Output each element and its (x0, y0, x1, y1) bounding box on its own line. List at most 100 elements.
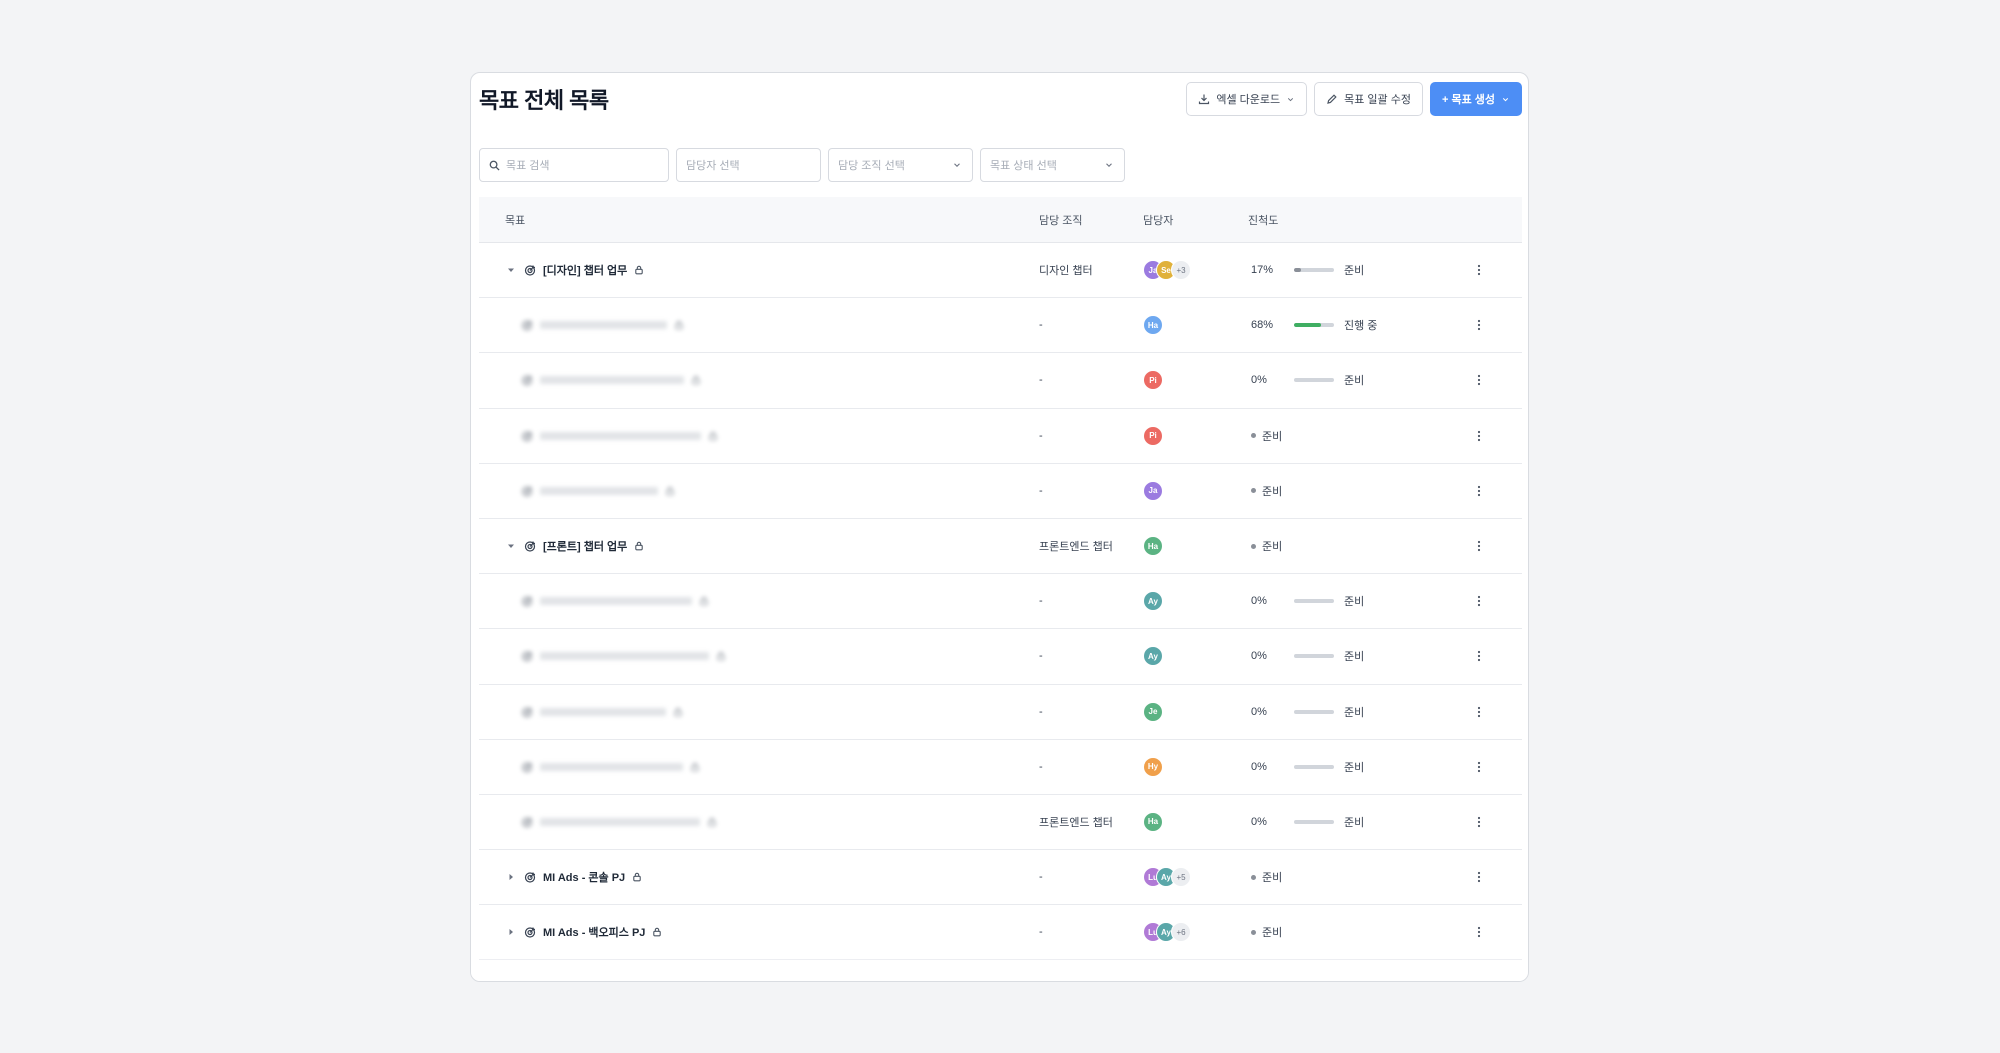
goal-name[interactable]: [디자인] 챕터 업무 (543, 262, 627, 278)
row-toggle[interactable] (505, 540, 517, 552)
owner-cell[interactable]: Je (1143, 701, 1248, 722)
goal-name[interactable]: MI Ads - 콘솔 PJ (543, 869, 625, 885)
row-menu-button[interactable] (1459, 706, 1499, 718)
owner-cell[interactable]: Ha (1143, 536, 1248, 557)
org-cell: - (1039, 871, 1043, 884)
goal-target-icon (521, 596, 533, 607)
row-menu-button[interactable] (1459, 319, 1499, 331)
row-menu-button[interactable] (1459, 264, 1499, 276)
owner-cell[interactable]: Pi (1143, 425, 1248, 446)
avatar[interactable]: Ha (1143, 811, 1163, 832)
row-menu-button[interactable] (1459, 540, 1499, 552)
owner-cell[interactable]: Ha (1143, 811, 1248, 832)
row-menu-button[interactable] (1459, 595, 1499, 607)
progress-cell: 0% 준비 (1248, 648, 1459, 664)
table-row[interactable]: - Ja 준비 (479, 464, 1522, 519)
owner-cell[interactable]: Ja (1143, 480, 1248, 501)
avatar[interactable]: Ja (1143, 480, 1163, 501)
table-row[interactable]: - Ay 0% 준비 (479, 629, 1522, 685)
progress-cell: 0% 준비 (1248, 704, 1459, 720)
redacted-goal-name (505, 319, 684, 331)
more-vertical-icon[interactable] (1477, 706, 1481, 718)
more-vertical-icon[interactable] (1477, 595, 1481, 607)
more-owners-badge[interactable]: +3 (1171, 260, 1191, 281)
avatar[interactable]: Pi (1143, 370, 1163, 391)
owner-select[interactable]: 담당자 선택 (676, 148, 821, 182)
goal-cell: MI Ads - 콘솔 PJ (479, 869, 1039, 885)
more-vertical-icon[interactable] (1477, 264, 1481, 276)
row-toggle[interactable] (505, 926, 517, 938)
more-vertical-icon[interactable] (1477, 319, 1481, 331)
column-progress[interactable]: 진척도 (1248, 212, 1459, 228)
table-row[interactable]: 프론트엔드 챕터 Ha 0% 준비 (479, 795, 1522, 851)
table-row[interactable]: - Je 0% 준비 (479, 685, 1522, 740)
avatar[interactable]: Ha (1143, 315, 1163, 336)
column-goal[interactable]: 목표 (479, 212, 1039, 228)
more-vertical-icon[interactable] (1477, 926, 1481, 938)
table-row[interactable]: - Pi 준비 (479, 409, 1522, 464)
owner-cell[interactable]: Ay (1143, 646, 1248, 667)
more-owners-badge[interactable]: +6 (1171, 922, 1191, 943)
owner-cell[interactable]: Hy (1143, 756, 1248, 777)
row-toggle[interactable] (505, 264, 517, 276)
more-vertical-icon[interactable] (1477, 871, 1481, 883)
table-row[interactable]: - Pi 0% 준비 (479, 353, 1522, 409)
table-row[interactable]: MI Ads - 백오피스 PJ - Lu Ay +6 준비 (479, 905, 1522, 961)
goal-target-icon (521, 651, 533, 663)
owner-cell[interactable]: Lu Ay +5 (1143, 867, 1248, 888)
owner-cell[interactable]: Ay (1143, 591, 1248, 612)
avatar[interactable]: Ay (1143, 591, 1163, 612)
column-org[interactable]: 담당 조직 (1039, 212, 1143, 228)
table-row[interactable]: [프론트] 챕터 업무 프론트엔드 챕터 Ha 준비 (479, 519, 1522, 575)
owner-cell[interactable]: Lu Ay +6 (1143, 922, 1248, 943)
table-row[interactable]: - Hy 0% 준비 (479, 740, 1522, 795)
goal-target-icon (524, 541, 536, 552)
chevron-down-icon (954, 163, 960, 168)
more-vertical-icon[interactable] (1477, 430, 1481, 442)
avatar[interactable]: Pi (1143, 425, 1163, 446)
status-dot (1251, 488, 1256, 494)
more-vertical-icon[interactable] (1477, 650, 1481, 662)
goal-target-icon (524, 265, 536, 276)
avatar[interactable]: Ay (1143, 646, 1163, 667)
row-menu-button[interactable] (1459, 926, 1499, 938)
row-menu-button[interactable] (1459, 650, 1499, 662)
status-select[interactable]: 목표 상태 선택 (980, 148, 1125, 182)
lock-icon (635, 541, 644, 551)
more-owners-badge[interactable]: +5 (1171, 867, 1191, 888)
row-menu-button[interactable] (1459, 761, 1499, 773)
status-label: 준비 (1344, 651, 1365, 664)
row-menu-button[interactable] (1459, 871, 1499, 883)
excel-download-button[interactable]: 엑셀 다운로드 (1186, 82, 1308, 116)
table-row[interactable]: MI Ads - 콘솔 PJ - Lu Ay +5 준비 (479, 850, 1522, 906)
avatar[interactable]: Hy (1143, 756, 1163, 777)
more-vertical-icon[interactable] (1477, 540, 1481, 552)
goal-name[interactable]: [프론트] 챕터 업무 (543, 538, 627, 554)
row-menu-button[interactable] (1459, 430, 1499, 442)
avatar[interactable]: Ha (1143, 536, 1163, 557)
more-vertical-icon[interactable] (1477, 816, 1481, 828)
owner-cell[interactable]: Ja Se +3 (1143, 260, 1248, 281)
chevron-down-icon (1502, 97, 1509, 101)
goal-search-input[interactable]: 목표 검색 (479, 148, 669, 182)
bulk-edit-button[interactable]: 목표 일괄 수정 (1314, 82, 1423, 116)
create-goal-button[interactable]: + 목표 생성 (1429, 82, 1522, 116)
owner-cell[interactable]: Pi (1143, 370, 1248, 391)
row-menu-button[interactable] (1459, 816, 1499, 828)
more-vertical-icon[interactable] (1477, 374, 1481, 386)
row-toggle[interactable] (505, 871, 517, 883)
more-vertical-icon[interactable] (1477, 485, 1481, 497)
more-vertical-icon[interactable] (1477, 761, 1481, 773)
chevron-down-icon (1106, 163, 1112, 168)
org-select[interactable]: 담당 조직 선택 (828, 148, 973, 182)
table-row[interactable]: - Ay 0% 준비 (479, 574, 1522, 630)
avatar[interactable]: Je (1143, 701, 1163, 722)
table-row[interactable]: - Ha 68% 진행 중 (479, 298, 1522, 354)
row-menu-button[interactable] (1459, 485, 1499, 497)
table-row[interactable]: [디자인] 챕터 업무 디자인 챕터 Ja Se +3 17% 준비 (479, 243, 1522, 299)
goal-target-icon (521, 431, 533, 442)
column-owner[interactable]: 담당자 (1143, 212, 1248, 228)
row-menu-button[interactable] (1459, 374, 1499, 386)
owner-cell[interactable]: Ha (1143, 315, 1248, 336)
goal-name[interactable]: MI Ads - 백오피스 PJ (543, 924, 645, 940)
